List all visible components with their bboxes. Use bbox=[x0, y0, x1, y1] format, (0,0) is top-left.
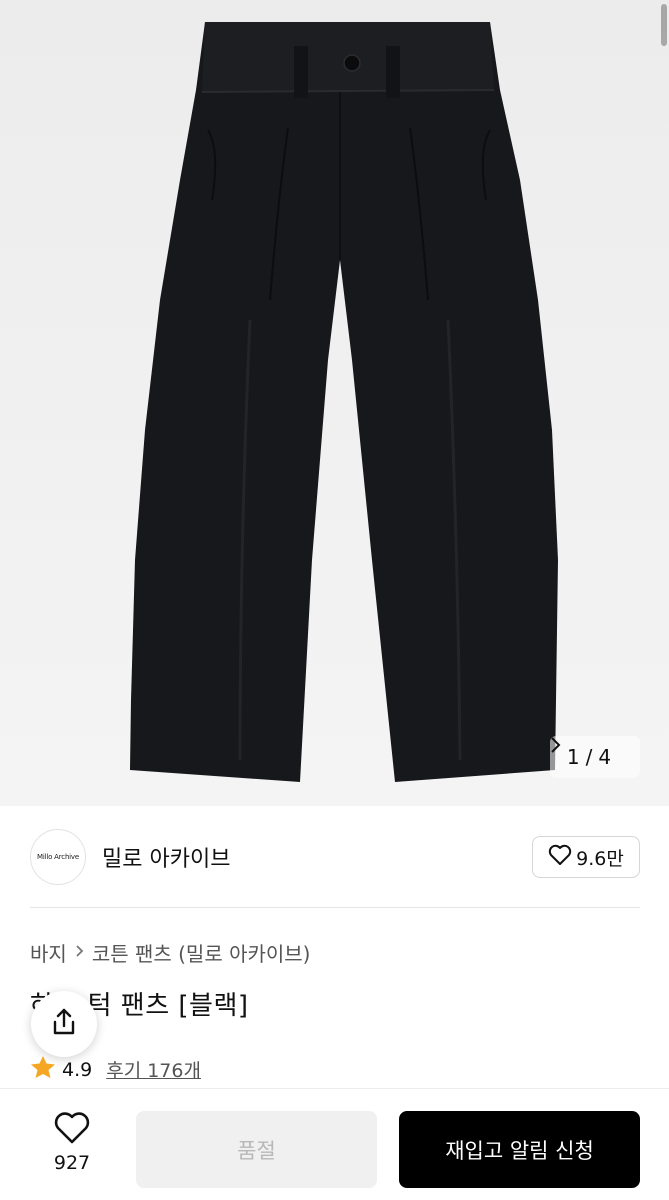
image-counter-total: 4 bbox=[598, 745, 612, 769]
brand-row[interactable]: Millo Archive 밀로 아카이브 9.6만 bbox=[30, 828, 640, 886]
share-icon bbox=[50, 1007, 78, 1041]
share-button[interactable] bbox=[31, 991, 97, 1057]
heart-outline-icon bbox=[548, 844, 572, 871]
scrollbar-thumb[interactable] bbox=[661, 4, 667, 46]
bottom-action-bar: 927 품절 재입고 알림 신청 bbox=[0, 1088, 669, 1200]
wish-button[interactable]: 927 bbox=[36, 1111, 108, 1174]
rating-row: 4.9 후기 176개 bbox=[30, 1055, 201, 1084]
brand-logo[interactable]: Millo Archive bbox=[30, 829, 86, 885]
breadcrumb-item-category[interactable]: 바지 bbox=[30, 938, 67, 967]
image-counter[interactable]: 1 / 4 bbox=[550, 736, 640, 778]
brand-like-button[interactable]: 9.6만 bbox=[532, 836, 640, 878]
soldout-button: 품절 bbox=[136, 1111, 377, 1188]
review-link[interactable]: 후기 176개 bbox=[106, 1056, 201, 1083]
brand-logo-text: Millo Archive bbox=[37, 853, 79, 861]
wish-count: 927 bbox=[53, 1152, 91, 1174]
brand-name[interactable]: 밀로 아카이브 bbox=[102, 841, 230, 873]
breadcrumb-item-subcategory[interactable]: 코튼 팬츠 (밀로 아카이브) bbox=[92, 938, 311, 967]
image-counter-current: 1 bbox=[566, 745, 580, 769]
heart-outline-icon bbox=[53, 1111, 91, 1150]
divider bbox=[30, 907, 640, 908]
star-icon bbox=[30, 1055, 56, 1084]
restock-alert-button[interactable]: 재입고 알림 신청 bbox=[399, 1111, 640, 1188]
product-image-gallery[interactable]: 1 / 4 bbox=[0, 0, 669, 806]
product-image bbox=[130, 22, 558, 782]
brand-like-count: 9.6만 bbox=[576, 847, 624, 870]
rating-score: 4.9 bbox=[62, 1058, 93, 1081]
restock-alert-label: 재입고 알림 신청 bbox=[445, 1138, 594, 1163]
soldout-label: 품절 bbox=[237, 1138, 276, 1163]
breadcrumb: 바지 코튼 팬츠 (밀로 아카이브) bbox=[30, 938, 311, 967]
image-counter-separator: / bbox=[585, 745, 593, 769]
chevron-right-icon bbox=[75, 942, 84, 963]
